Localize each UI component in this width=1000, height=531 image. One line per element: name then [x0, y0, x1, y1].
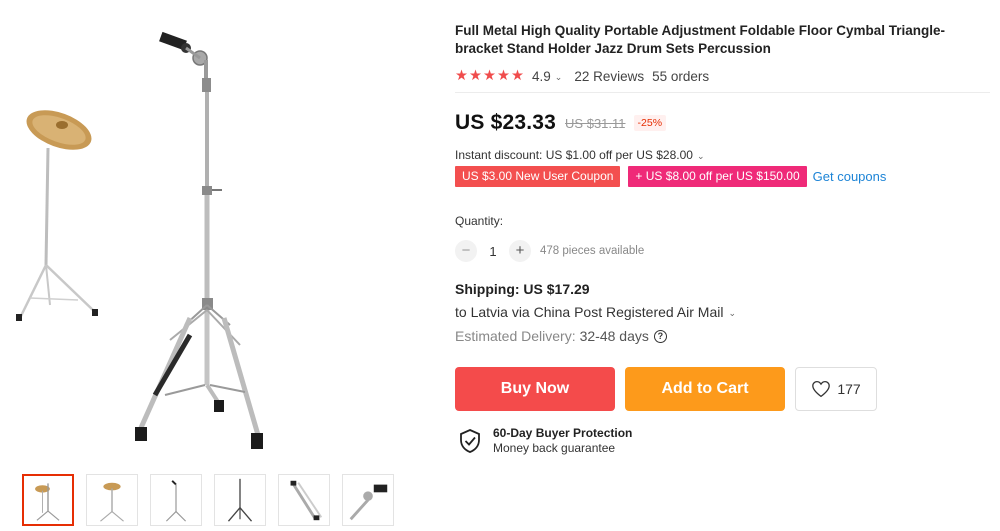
delivery-days: 32-48 days: [579, 328, 649, 344]
thumbnail-strip: [22, 474, 394, 526]
new-user-coupon[interactable]: US $3.00 New User Coupon: [455, 166, 621, 187]
instant-discount-text: Instant discount: US $1.00 off per US $2…: [455, 148, 693, 162]
buy-now-button[interactable]: Buy Now: [455, 367, 615, 411]
star-icon: ★: [497, 67, 510, 84]
product-title: Full Metal High Quality Portable Adjustm…: [455, 23, 946, 56]
add-to-cart-button[interactable]: Add to Cart: [625, 367, 785, 411]
star-rating[interactable]: ★ ★ ★ ★ ★: [455, 69, 524, 84]
divider: [455, 92, 990, 93]
heart-icon: [812, 380, 831, 398]
quantity-input[interactable]: [477, 243, 509, 259]
instant-discount[interactable]: Instant discount: US $1.00 off per US $2…: [455, 147, 990, 163]
discount-badge: -25%: [633, 115, 667, 131]
reviews-link[interactable]: 22 Reviews: [574, 69, 644, 84]
thumbnail-2[interactable]: [86, 474, 138, 526]
star-icon: ★: [511, 67, 524, 84]
rating-row: ★ ★ ★ ★ ★ 4.9 ⌄ 22 Reviews 55 orders: [455, 67, 990, 85]
help-circle-icon[interactable]: ?: [653, 329, 667, 343]
large-stand-image: [135, 31, 263, 449]
chevron-down-icon[interactable]: ⌄: [555, 72, 563, 83]
quantity-label: Quantity:: [455, 214, 504, 228]
get-coupons-link[interactable]: Get coupons: [813, 169, 887, 184]
chevron-down-icon[interactable]: ⌄: [697, 151, 705, 162]
wishlist-button[interactable]: 177: [795, 367, 877, 411]
thumbnail-5[interactable]: [278, 474, 330, 526]
rating-value: 4.9: [532, 68, 551, 84]
store-coupon[interactable]: + US $8.00 off per US $150.00: [628, 166, 807, 187]
star-icon: ★: [469, 67, 482, 84]
original-price: US $31.11: [565, 115, 626, 131]
protection-title: 60-Day Buyer Protection: [493, 426, 633, 440]
orders-count: 55 orders: [652, 68, 710, 84]
product-info-panel: Full Metal High Quality Portable Adjustm…: [455, 22, 990, 457]
thumbnail-6[interactable]: [342, 474, 394, 526]
price-row: US $23.33 US $31.11 -25%: [455, 110, 990, 136]
stock-available: 478 pieces available: [540, 245, 645, 257]
thumbnail-4[interactable]: [214, 474, 266, 526]
estimated-delivery: Estimated Delivery: 32-48 days ?: [455, 326, 990, 346]
buyer-protection: 60-Day Buyer Protection Money back guara…: [455, 425, 990, 457]
action-buttons: Buy Now Add to Cart 177: [455, 367, 990, 411]
small-stand-image: [16, 110, 98, 321]
star-icon: ★: [455, 67, 468, 84]
shield-check-icon: [460, 429, 480, 453]
coupon-row: US $3.00 New User Coupon + US $8.00 off …: [455, 166, 990, 187]
delivery-label: Estimated Delivery:: [455, 328, 576, 344]
star-icon: ★: [483, 67, 496, 84]
increase-quantity-button[interactable]: +: [509, 240, 531, 262]
quantity-stepper: − + 478 pieces available: [455, 240, 990, 262]
current-price: US $23.33: [455, 111, 557, 134]
chevron-down-icon[interactable]: ⌄: [728, 308, 736, 319]
thumbnail-3[interactable]: [150, 474, 202, 526]
shipping-method[interactable]: to Latvia via China Post Registered Air …: [455, 302, 990, 322]
product-gallery: [0, 0, 440, 531]
thumbnail-1[interactable]: [22, 474, 74, 526]
decrease-quantity-button[interactable]: −: [455, 240, 477, 262]
main-product-image[interactable]: [0, 0, 440, 465]
shipping-method-text: to Latvia via China Post Registered Air …: [455, 304, 724, 320]
shipping-cost: Shipping: US $17.29: [455, 281, 590, 297]
wishlist-count: 177: [837, 381, 861, 397]
protection-subtitle: Money back guarantee: [493, 441, 616, 455]
